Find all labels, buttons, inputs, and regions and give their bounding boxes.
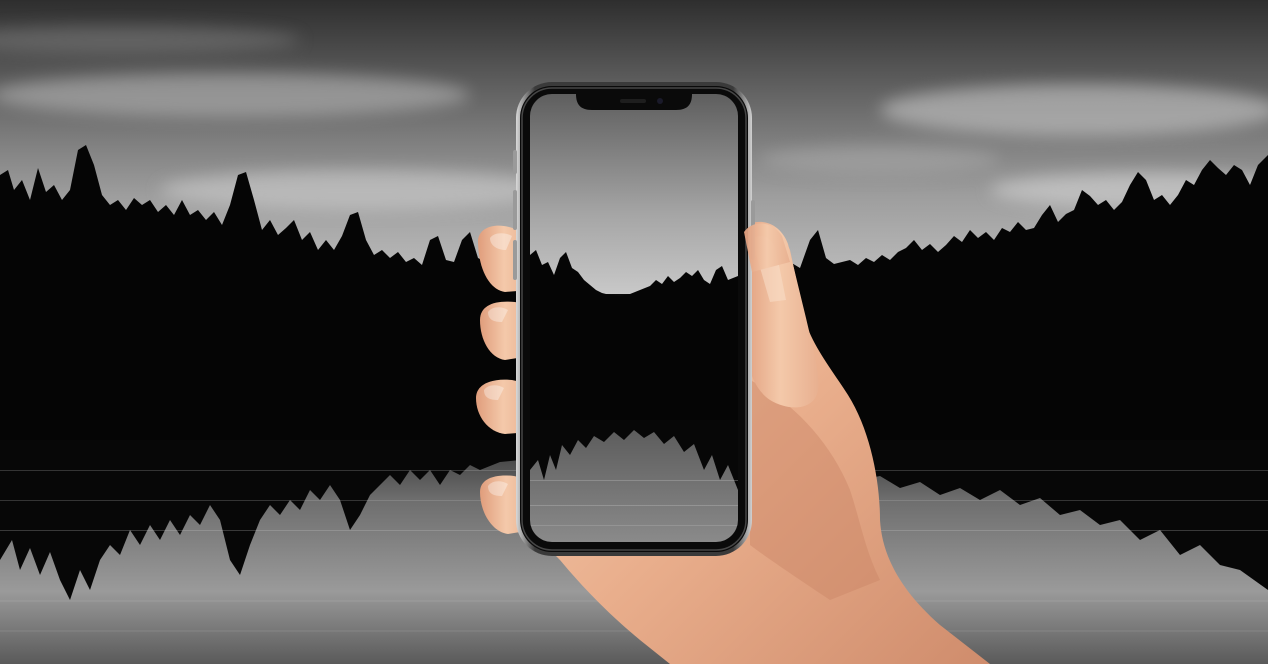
smartphone-icon: [513, 82, 755, 556]
phone-speaker: [620, 99, 646, 103]
hero-image: [0, 0, 1268, 664]
phone-front-camera: [657, 98, 663, 104]
phone-volume-down: [513, 240, 517, 280]
lake-forest-photo: [0, 0, 1268, 664]
phone-volume-up: [513, 190, 517, 230]
phone-screen: [530, 94, 738, 542]
phone-side-button: [513, 150, 517, 174]
